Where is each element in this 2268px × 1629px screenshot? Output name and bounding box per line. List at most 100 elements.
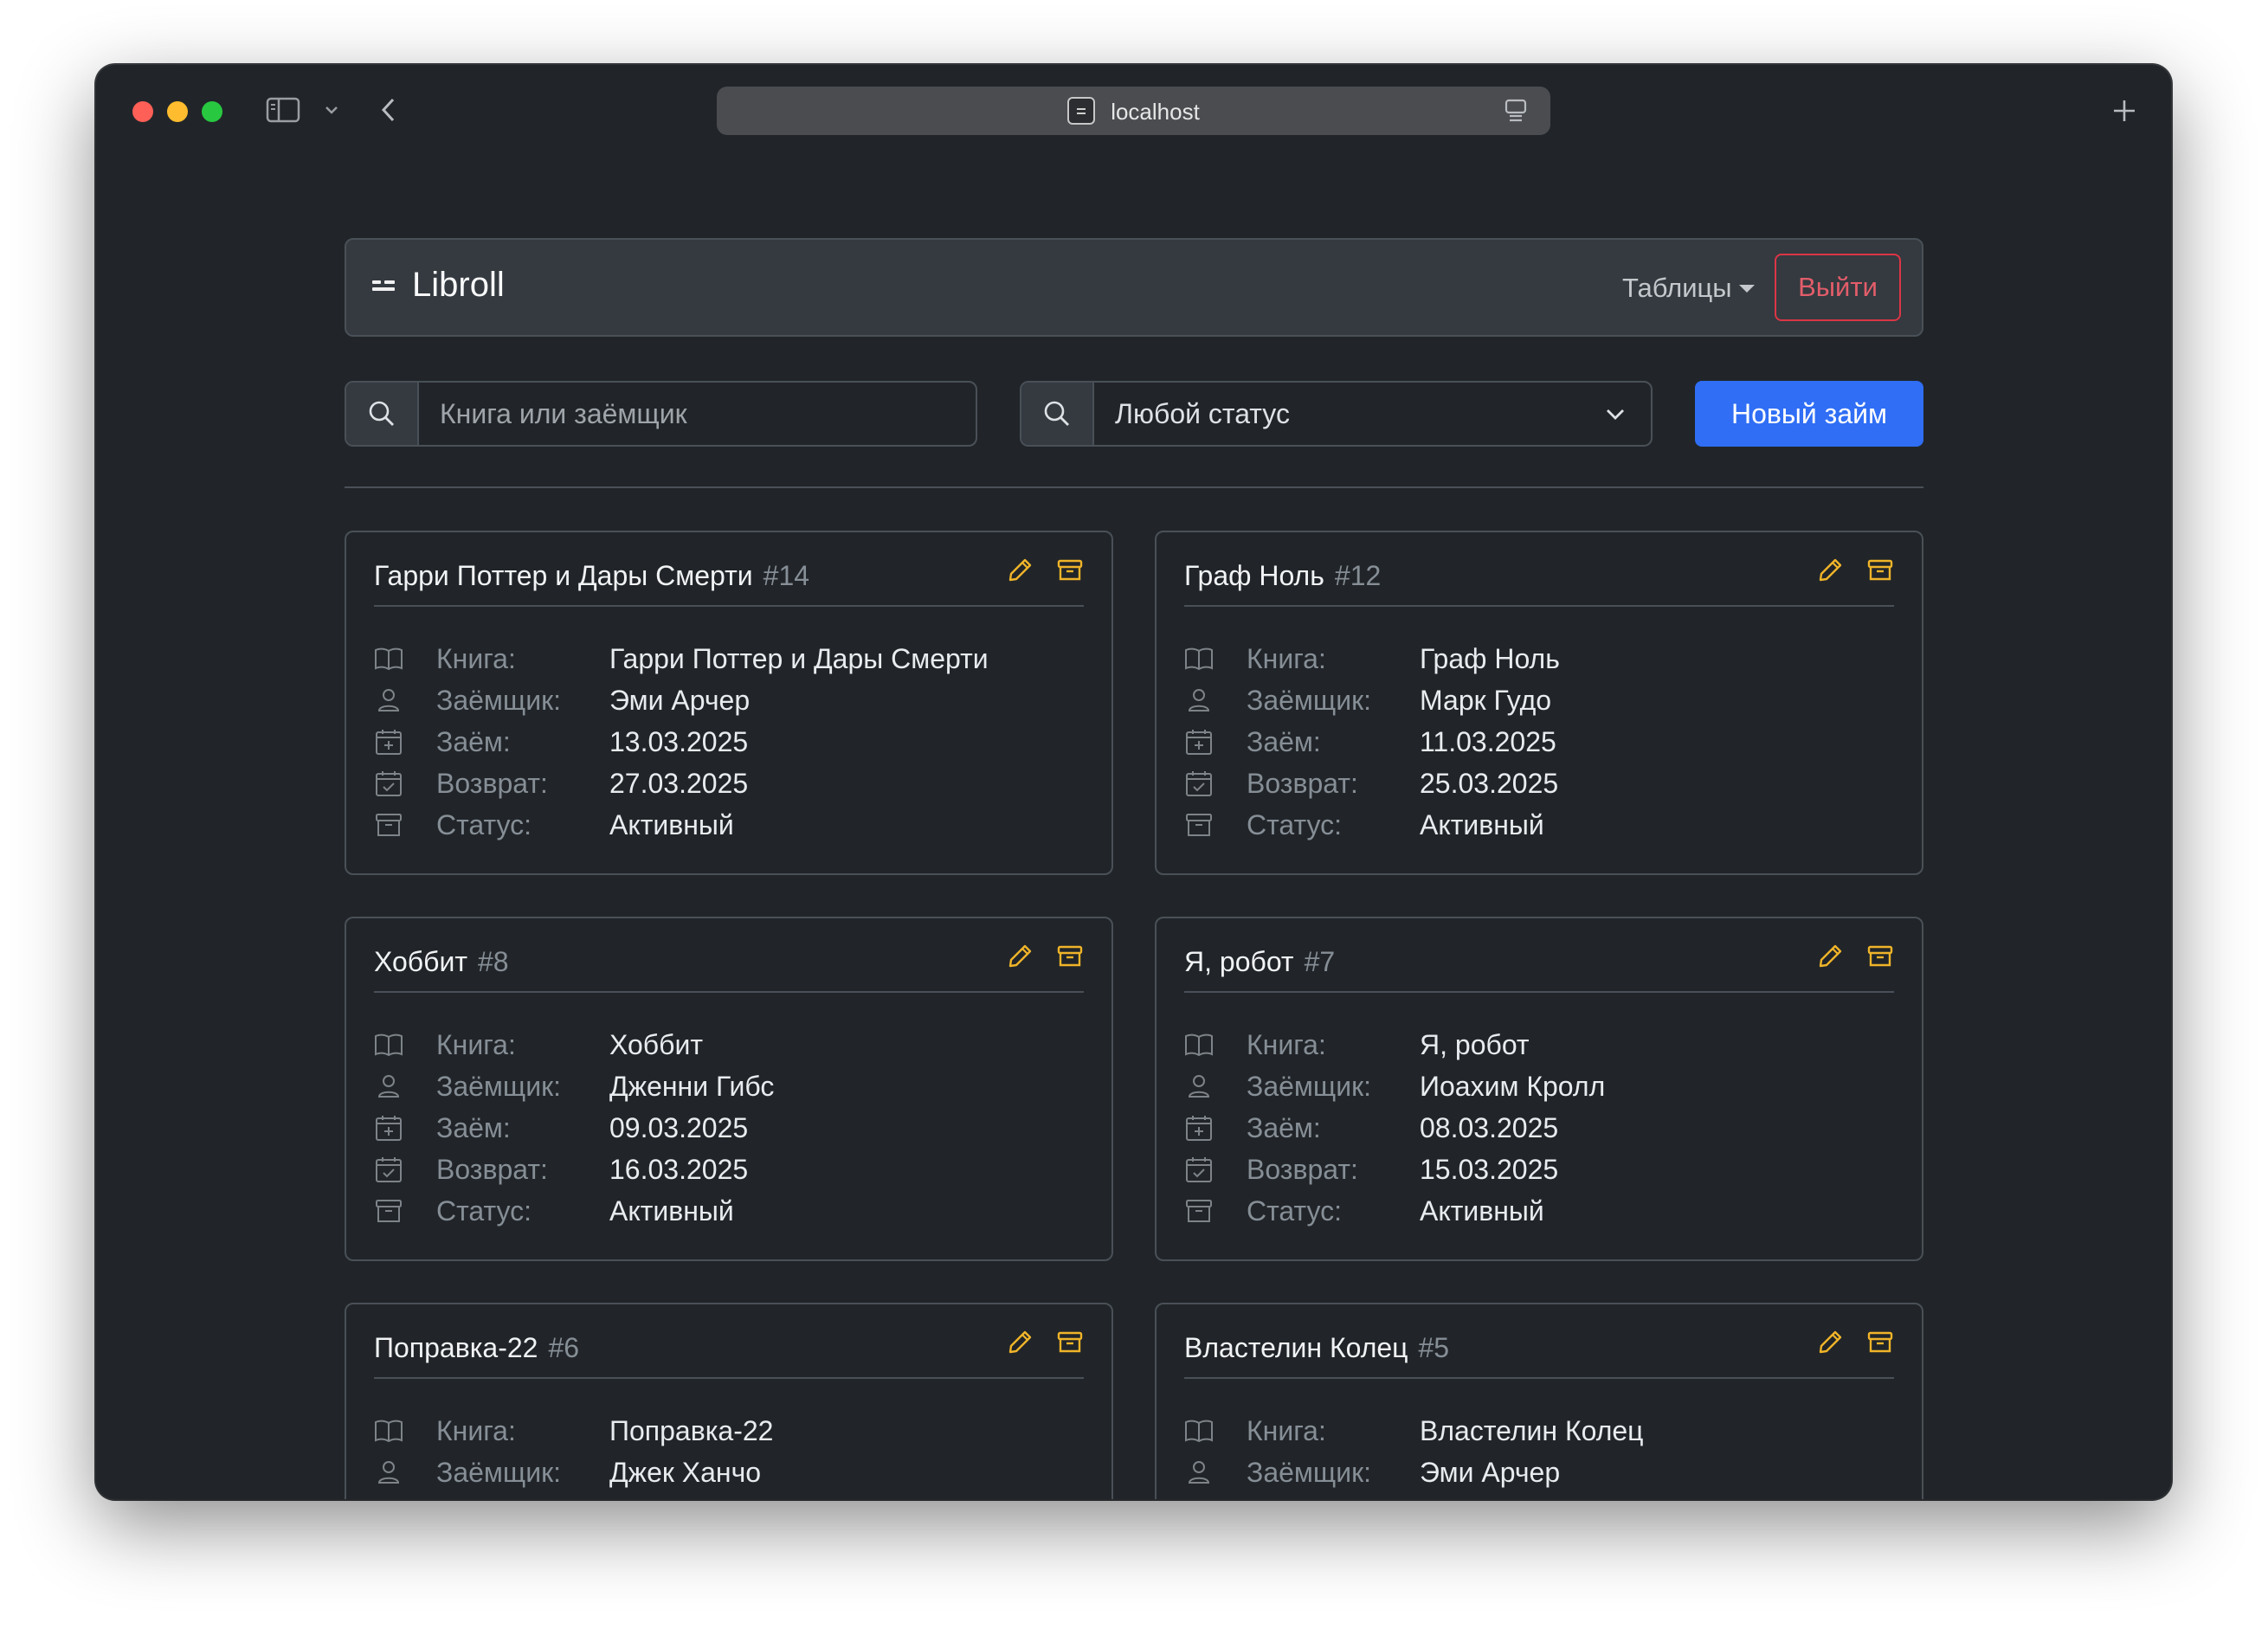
caret-down-icon [1738,284,1755,293]
status-row: Статус: Активный [374,804,989,846]
url-text: localhost [1111,99,1200,125]
card-header: Поправка-22 #6 [374,1329,1084,1379]
book-label: Книга: [1247,1028,1326,1060]
card-id: #8 [477,946,509,977]
sidebar-icon[interactable] [266,96,300,128]
edit-icon[interactable] [1006,557,1034,584]
loan-card: Граф Ноль #12 Книга: Граф Ноль Заёмщик: М… [1155,531,1923,875]
edit-icon[interactable] [1816,1329,1844,1356]
card-title: Властелин Колец #5 [1184,1332,1449,1364]
book-row: Книга: Я, робот [1184,1024,1605,1066]
loan-date-row: Заём: 11.03.2025 [1184,721,1560,763]
archive-icon [1184,1198,1247,1224]
card-title-text: Я, робот [1184,946,1294,977]
book-label: Книга: [1247,1414,1326,1446]
maximize-window-button[interactable] [202,101,222,122]
loan-date-value: 08.03.2025 [1420,1111,1559,1143]
user-icon [1184,1073,1247,1099]
archive-icon[interactable] [1056,943,1084,970]
book-icon [374,1032,436,1058]
return-date-value: 27.03.2025 [609,767,749,799]
card-title-text: Властелин Колец [1184,1332,1408,1363]
status-value: Активный [1420,1194,1544,1227]
divider [345,486,1923,488]
loan-date-label: Заём: [1247,1111,1321,1143]
archive-icon[interactable] [1056,1329,1084,1356]
book-icon [374,1418,436,1444]
reader-icon[interactable] [1504,99,1528,127]
user-icon [1184,687,1247,713]
borrower-row: Заёмщик: Иоахим Кролл [1184,1066,1605,1107]
book-value: Властелин Колец [1420,1414,1644,1446]
book-value: Граф Ноль [1420,642,1560,674]
card-id: #5 [1418,1332,1450,1363]
borrower-label: Заёмщик: [1247,684,1372,716]
edit-icon[interactable] [1006,1329,1034,1356]
url-bar[interactable]: localhost [717,87,1550,135]
status-label: Статус: [436,1194,532,1227]
tables-dropdown-label: Таблицы [1622,273,1732,303]
chevron-down-icon [1604,403,1627,430]
book-row: Книга: Властелин Колец [1184,1410,1643,1452]
card-header: Граф Ноль #12 [1184,557,1894,607]
loan-date-value: 11.03.2025 [1420,725,1556,757]
borrower-label: Заёмщик: [1247,1070,1372,1102]
archive-icon[interactable] [1866,557,1894,584]
archive-icon[interactable] [1866,943,1894,970]
borrower-value: Эми Арчер [1420,1456,1561,1488]
card-id: #12 [1334,560,1382,591]
card-title-text: Хоббит [374,946,467,977]
search-icon [1021,383,1094,445]
card-id: #7 [1304,946,1336,977]
status-row: Статус: Активный [374,1190,774,1232]
user-icon [1184,1459,1247,1485]
return-date-value: 15.03.2025 [1420,1153,1559,1185]
archive-icon[interactable] [1056,557,1084,584]
status-label: Статус: [436,808,532,840]
search-group: Книга или заёмщик [345,381,977,447]
borrower-value: Иоахим Кролл [1420,1070,1606,1102]
calendar-plus-icon [1184,728,1247,756]
card-id: #6 [548,1332,580,1363]
browser-window: localhost Libroll Таблицы Выйти Книга ил… [96,65,2171,1499]
loan-card: Гарри Поттер и Дары Смерти #14 Книга: Гар… [345,531,1113,875]
card-title: Поправка-22 #6 [374,1332,579,1364]
status-row: Статус: Активный [1184,1190,1605,1232]
book-icon [1184,1418,1247,1444]
edit-icon[interactable] [1006,943,1034,970]
brand[interactable]: Libroll [372,266,505,305]
borrower-row: Заёмщик: Марк Гудо [1184,679,1560,721]
card-title-text: Граф Ноль [1184,560,1324,591]
logout-button[interactable]: Выйти [1775,254,1901,321]
status-label: Статус: [1247,1194,1343,1227]
archive-icon[interactable] [1866,1329,1894,1356]
return-date-row: Возврат: 15.03.2025 [1184,1149,1605,1190]
return-date-label: Возврат: [436,1153,548,1185]
calendar-check-icon [1184,1156,1247,1183]
minimize-window-button[interactable] [167,101,188,122]
status-select[interactable]: Любой статус [1094,383,1651,445]
loan-card: Поправка-22 #6 Книга: Поправка-22 Заёмщик… [345,1303,1113,1499]
search-input[interactable]: Книга или заёмщик [419,383,976,445]
new-loan-button[interactable]: Новый займ [1695,381,1923,447]
borrower-row: Заёмщик: Эми Арчер [1184,1452,1643,1493]
chevron-down-icon[interactable] [323,103,340,121]
book-icon [374,646,436,672]
edit-icon[interactable] [1816,557,1844,584]
close-window-button[interactable] [132,101,153,122]
return-date-label: Возврат: [1247,1153,1358,1185]
borrower-row: Заёмщик: Эми Арчер [374,679,989,721]
new-tab-icon[interactable] [2111,98,2137,128]
tables-dropdown[interactable]: Таблицы [1622,273,1755,304]
book-icon [1184,646,1247,672]
card-header: Гарри Поттер и Дары Смерти #14 [374,557,1084,607]
back-icon[interactable] [378,96,399,128]
loan-date-row: Заём: 08.03.2025 [1184,1107,1605,1149]
edit-icon[interactable] [1816,943,1844,970]
archive-icon [374,812,436,838]
borrower-label: Заёмщик: [1247,1456,1372,1488]
book-row: Книга: Поправка-22 [374,1410,773,1452]
loan-date-value: 09.03.2025 [609,1111,749,1143]
status-row: Статус: Активный [1184,804,1560,846]
loan-date-label: Заём: [1247,725,1321,757]
